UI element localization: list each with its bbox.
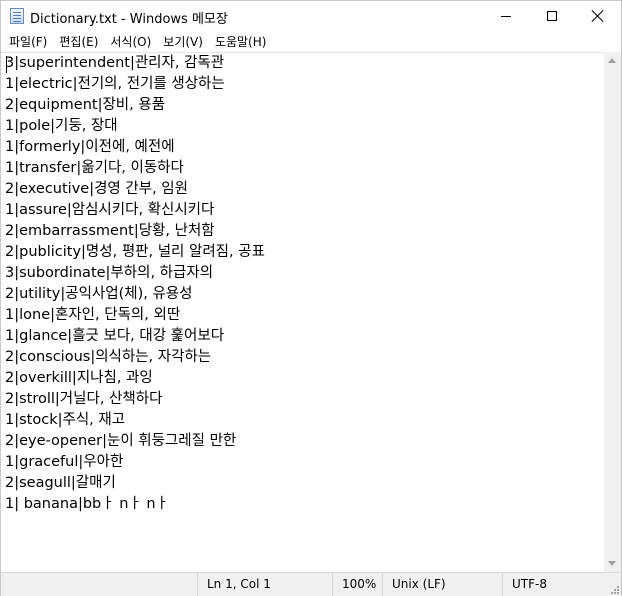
text-line: 2|equipment|장비, 용품 [5,97,166,113]
menu-help[interactable]: 도움말(H) [209,32,273,52]
title-bar[interactable]: Dictionary.txt - Windows 메모장 [1,1,621,31]
scroll-down-icon[interactable] [608,561,616,566]
editor-lines: 3|superintendent|관리자, 감독관 1|electric|전기의… [5,53,265,515]
text-line: 2|conscious|의식하는, 자각하는 [5,349,212,365]
text-line: 1|electric|전기의, 전기를 생상하는 [5,76,225,92]
text-line: 1|transfer|옮기다, 이동하다 [5,160,184,176]
text-line: 1|stock|주식, 재고 [5,412,126,428]
text-line: 1|lone|혼자인, 단독의, 외딴 [5,307,181,323]
status-blank [1,573,197,596]
status-encoding: UTF-8 [502,573,621,596]
menu-edit[interactable]: 편집(E) [53,32,104,52]
minimize-icon [501,15,511,17]
text-line: 3|subordinate|부하의, 하급자의 [5,265,214,281]
status-line-ending: Unix (LF) [382,573,502,596]
text-line: 1|glance|흘긋 보다, 대강 훑어보다 [5,328,225,344]
text-line: 2|eye-opener|눈이 휘둥그레질 만한 [5,433,237,449]
text-line: 1|graceful|우아한 [5,454,124,470]
text-line: 2|utility|공익사업(체), 유용성 [5,286,193,302]
text-line: 1| banana|bbㅏ nㅏ nㅏ [5,496,169,512]
scroll-up-icon[interactable] [608,58,616,63]
menu-format[interactable]: 서식(O) [104,32,157,52]
text-line: 2|seagull|갈매기 [5,475,116,491]
maximize-button[interactable] [529,1,575,31]
resize-grip-icon[interactable] [609,584,619,594]
menu-view[interactable]: 보기(V) [157,32,209,52]
menu-file[interactable]: 파일(F) [3,32,53,52]
text-line: 2|embarrassment|당황, 난처함 [5,223,215,239]
vertical-scrollbar[interactable] [604,52,621,572]
menu-bar: 파일(F) 편집(E) 서식(O) 보기(V) 도움말(H) [1,31,621,52]
notepad-window: Dictionary.txt - Windows 메모장 파일(F) 편집(E)… [0,0,622,596]
text-line: 2|overkill|지나침, 과잉 [5,370,153,386]
status-cursor-position: Ln 1, Col 1 [197,573,332,596]
text-line: 3|superintendent|관리자, 감독관 [5,55,225,71]
text-line: 1|formerly|이전에, 예전에 [5,139,175,155]
text-line: 1|assure|암심시키다, 확신시키다 [5,202,215,218]
text-line: 2|publicity|명성, 평판, 널리 알려짐, 공표 [5,244,265,260]
status-bar: Ln 1, Col 1 100% Unix (LF) UTF-8 [1,572,621,596]
maximize-icon [547,11,557,21]
status-zoom: 100% [332,573,382,596]
window-title: Dictionary.txt - Windows 메모장 [30,12,228,27]
close-icon [592,10,604,22]
text-editor[interactable]: 3|superintendent|관리자, 감독관 1|electric|전기의… [1,52,604,572]
text-line: 2|executive|경영 간부, 임원 [5,181,188,197]
text-line: 1|pole|기둥, 장대 [5,118,118,134]
minimize-button[interactable] [483,1,529,31]
text-caret [6,56,7,73]
close-button[interactable] [575,1,621,31]
text-line: 2|stroll|거닐다, 산책하다 [5,391,163,407]
notepad-icon[interactable] [10,8,24,24]
